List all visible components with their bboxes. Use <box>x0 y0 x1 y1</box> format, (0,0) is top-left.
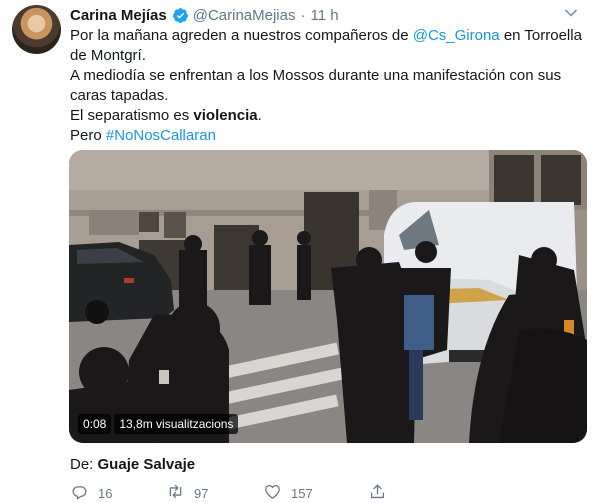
text-segment: . <box>257 107 262 124</box>
reply-button[interactable]: 16 <box>70 482 166 503</box>
author-name[interactable]: Carina Mejías <box>70 7 167 24</box>
text-segment: Por la mañana agreden a nuestros compañe… <box>70 27 413 44</box>
media-credit: De: Guaje Salvaje <box>70 456 195 473</box>
avatar[interactable] <box>12 5 61 54</box>
bold-text: violencia <box>193 107 258 124</box>
tweet-actions: 16 97 157 <box>70 482 398 503</box>
tweet[interactable]: Carina Mejías @CarinaMejias · 11 h Por l… <box>0 0 592 503</box>
mention-link[interactable]: @Cs_Girona <box>413 27 500 44</box>
share-icon <box>368 482 387 503</box>
video-player[interactable] <box>69 150 587 443</box>
credit-author-link[interactable]: Guaje Salvaje <box>98 456 196 473</box>
text-segment: Pero <box>70 127 106 144</box>
heart-icon <box>263 482 282 503</box>
video-duration: 0:08 <box>78 414 112 434</box>
tweet-text-line: A mediodía se enfrentan a los Mossos dur… <box>70 67 562 104</box>
retweet-icon <box>166 482 185 503</box>
header-separator: · <box>300 6 306 24</box>
reply-count: 16 <box>98 485 113 501</box>
verified-badge-icon <box>172 7 189 24</box>
credit-prefix: De: <box>70 456 98 473</box>
video-frame <box>69 150 587 443</box>
hashtag-link[interactable]: #NoNosCallaran <box>106 127 216 144</box>
video-views: 13,8m visualitzacions <box>114 414 239 434</box>
like-count: 157 <box>291 485 313 501</box>
tweet-text-line: Por la mañana agreden a nuestros compañe… <box>70 26 582 66</box>
video-overlay: 0:08 13,8m visualitzacions <box>78 414 239 434</box>
reply-icon <box>70 482 89 503</box>
share-button[interactable] <box>368 482 398 503</box>
tweet-time[interactable]: 11 h <box>310 7 338 24</box>
tweet-text-line: Pero #NoNosCallaran <box>70 126 582 146</box>
retweet-button[interactable]: 97 <box>166 482 263 503</box>
text-segment: El separatismo es <box>70 107 194 124</box>
tweet-header: Carina Mejías @CarinaMejias · 11 h <box>70 5 339 25</box>
tweet-text: Por la mañana agreden a nuestros compañe… <box>70 26 582 146</box>
retweet-count: 97 <box>194 485 209 501</box>
like-button[interactable]: 157 <box>263 482 368 503</box>
author-handle[interactable]: @CarinaMejias <box>193 7 296 24</box>
tweet-text-line: El separatismo es violencia. <box>70 106 582 126</box>
chevron-down-icon[interactable] <box>564 6 578 20</box>
